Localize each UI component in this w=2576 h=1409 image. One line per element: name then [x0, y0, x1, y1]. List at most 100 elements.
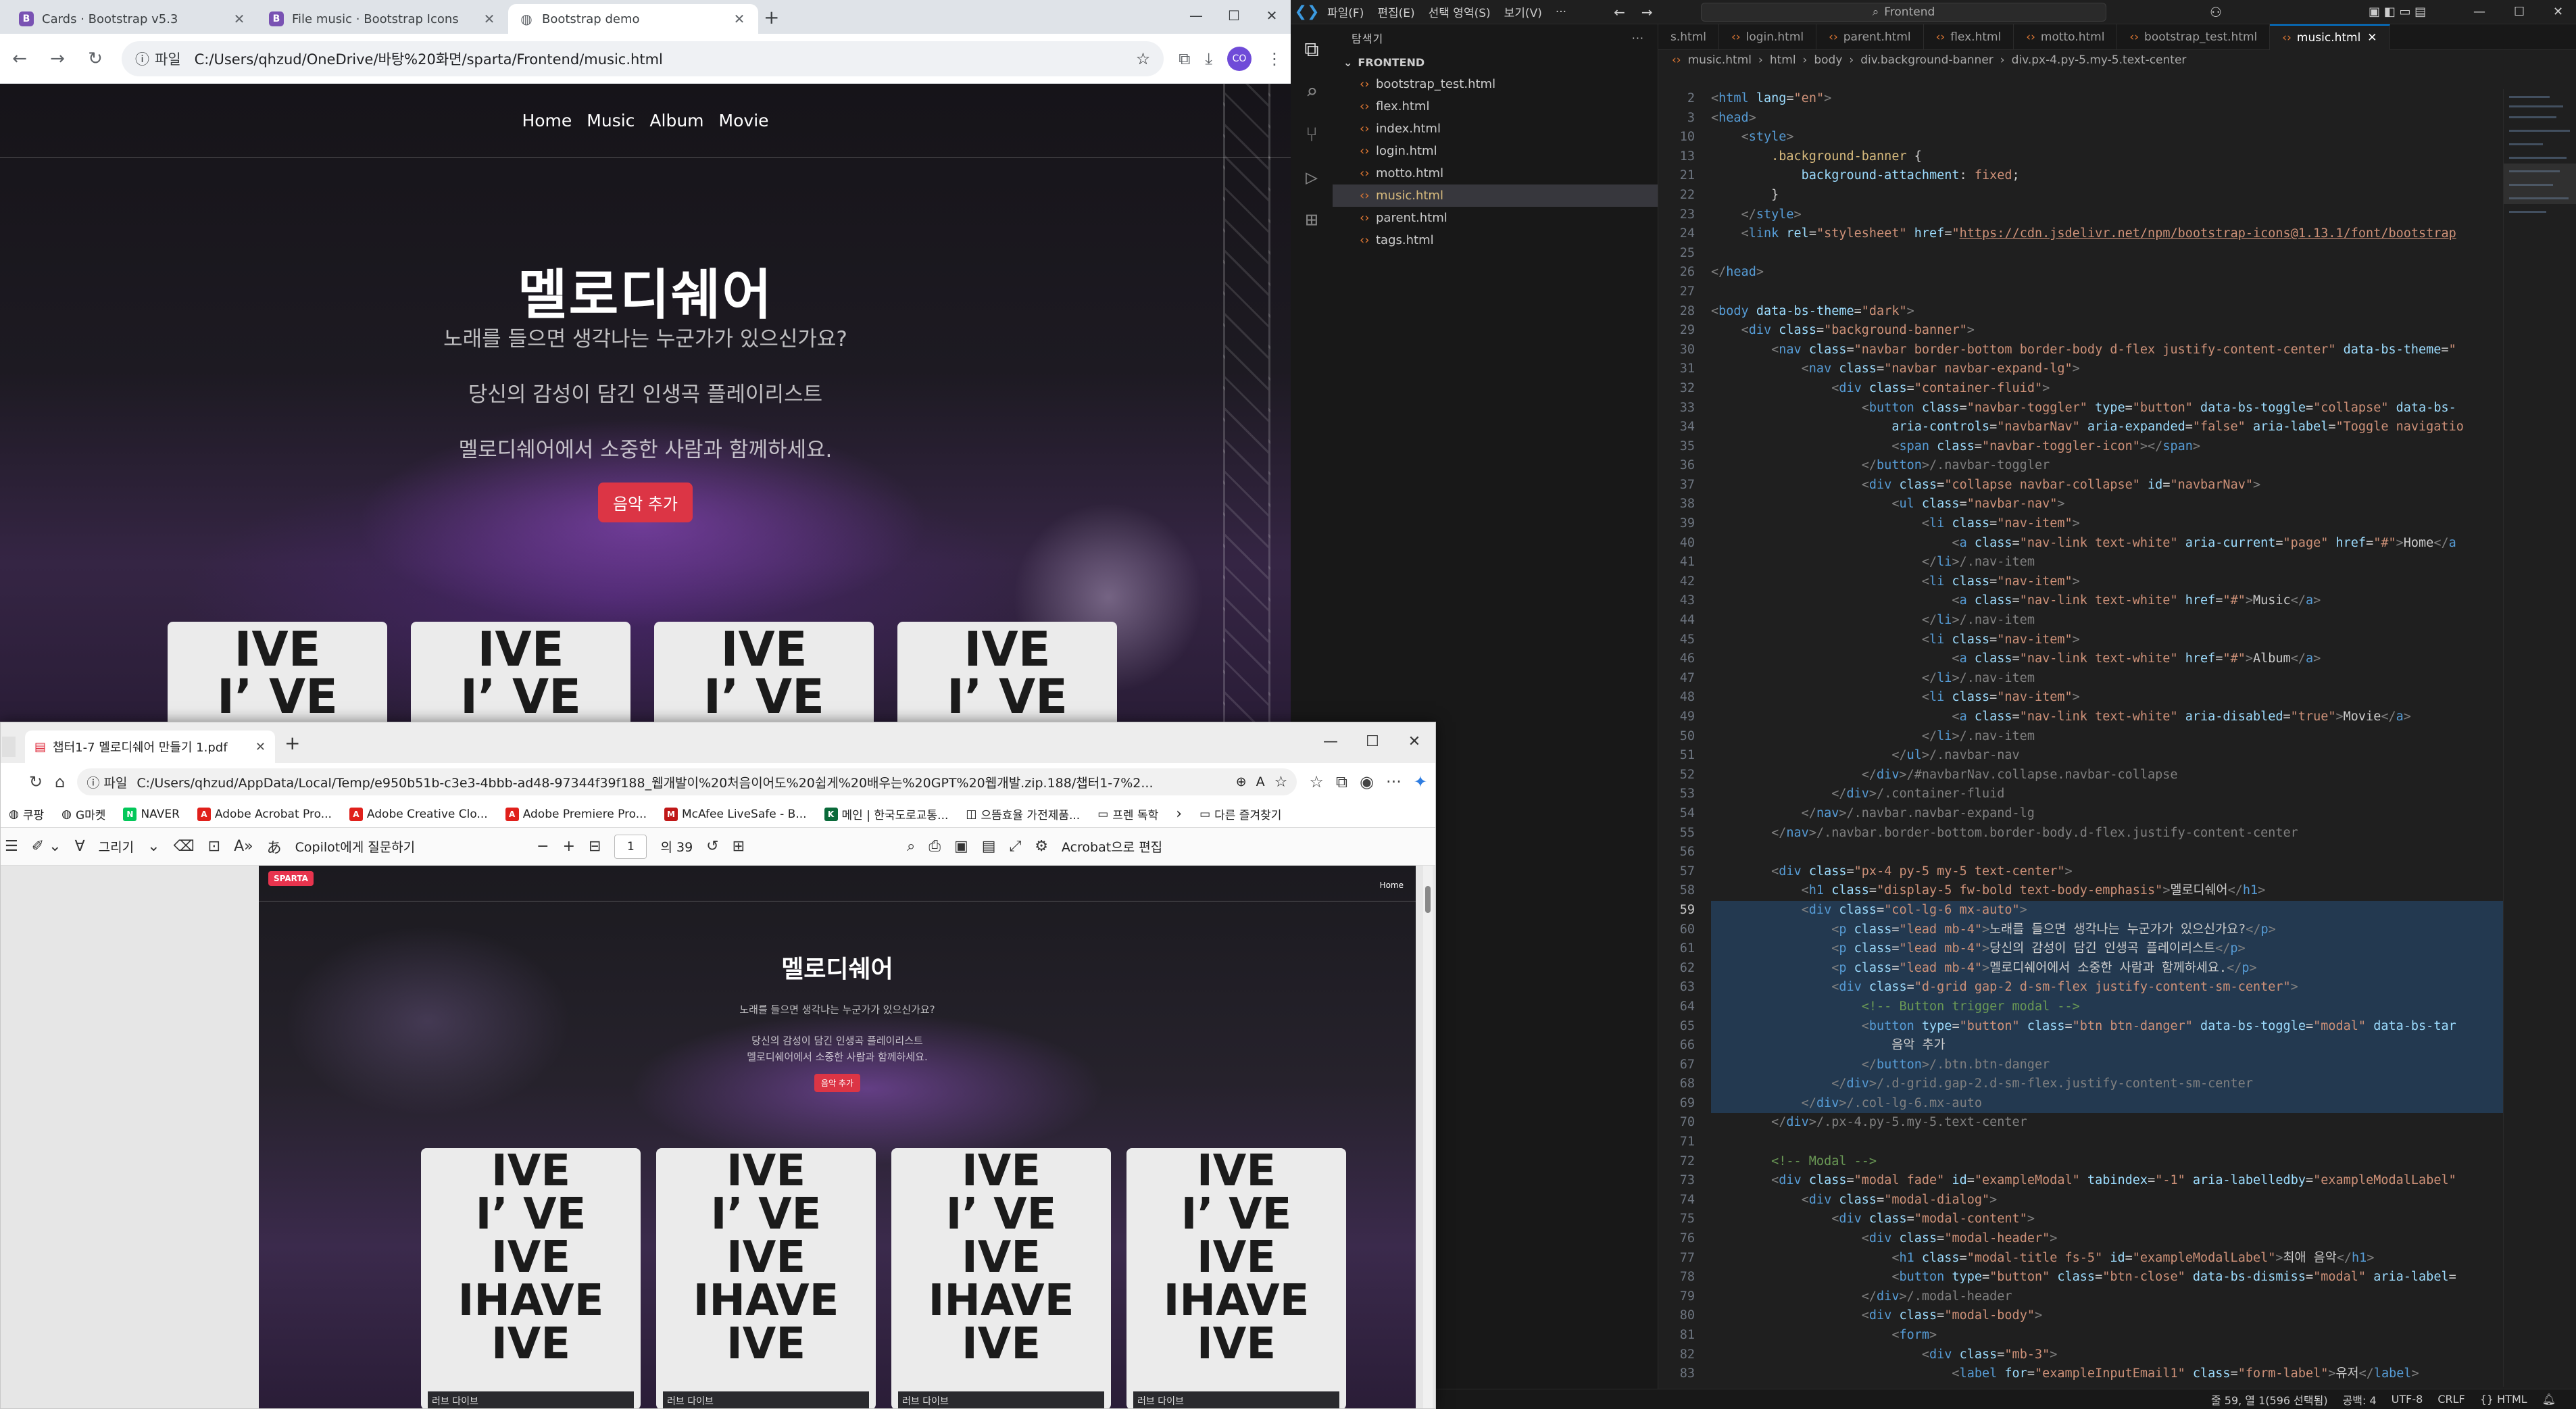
url-input[interactable]: ⓘ 파일 C:/Users/qhzud/OneDrive/바탕%20화면/spar…: [122, 41, 1164, 76]
indentation[interactable]: 공백: 4: [2343, 1391, 2377, 1408]
tab-file-music[interactable]: B File music · Bootstrap Icons ✕: [258, 4, 508, 34]
copilot-icon[interactable]: ⚇: [2210, 4, 2222, 20]
language-mode[interactable]: {} HTML: [2480, 1393, 2527, 1406]
close-icon[interactable]: ✕: [2367, 31, 2377, 45]
text-box-icon[interactable]: ⊡: [208, 838, 220, 855]
file-item[interactable]: ‹› index.html: [1333, 118, 1658, 140]
favorite-item[interactable]: M McAfee LiveSafe - B...: [664, 807, 807, 821]
run-debug-icon[interactable]: ▷: [1306, 166, 1318, 189]
favorite-item[interactable]: A Adobe Premiere Pro...: [505, 807, 647, 821]
site-info-button[interactable]: ⓘ 파일: [135, 49, 181, 69]
add-music-button[interactable]: 음악 추가: [598, 483, 693, 522]
breadcrumb-item[interactable]: html: [1770, 53, 1796, 67]
search-icon[interactable]: ⌕: [907, 838, 915, 855]
draw-icon[interactable]: ∀: [75, 838, 85, 855]
favorite-folder[interactable]: ▭ 프렌 독학: [1097, 806, 1158, 823]
source-control-icon[interactable]: ⑂: [1306, 123, 1318, 147]
file-item-selected[interactable]: ‹› music.html: [1333, 184, 1658, 207]
file-item[interactable]: ‹› login.html: [1333, 140, 1658, 162]
menu-icon[interactable]: ☰: [5, 838, 18, 855]
editor-tab[interactable]: ‹› flex.html: [1924, 24, 2014, 50]
file-item[interactable]: ‹› flex.html: [1333, 95, 1658, 118]
favorite-item[interactable]: ◍ G마켓: [61, 806, 105, 823]
highlight-icon[interactable]: ✐ ⌄: [32, 838, 61, 855]
maximize-icon[interactable]: ☐: [1352, 722, 1393, 760]
draw-button[interactable]: 그리기: [99, 837, 134, 856]
acrobat-edit-button[interactable]: Acrobat으로 편집: [1062, 837, 1162, 856]
line-ending[interactable]: CRLF: [2437, 1393, 2464, 1406]
bookmark-star-icon[interactable]: ☆: [1274, 774, 1288, 791]
menu-more[interactable]: ···: [1556, 5, 1566, 19]
new-tab-button[interactable]: +: [284, 732, 300, 754]
scrollbar[interactable]: [1423, 866, 1433, 1408]
favorite-item[interactable]: A Adobe Acrobat Pro...: [197, 807, 332, 821]
extensions-icon[interactable]: ⧉: [1179, 49, 1190, 68]
editor-tab[interactable]: ‹› parent.html: [1816, 24, 1924, 50]
chevron-right-icon[interactable]: ›: [1176, 806, 1182, 822]
menu-file[interactable]: 파일(F): [1327, 3, 1364, 20]
translate-icon[interactable]: あ: [267, 836, 282, 858]
read-aloud-icon[interactable]: A»: [234, 838, 253, 855]
favorite-item[interactable]: ◍ 쿠팡: [9, 806, 44, 823]
file-item[interactable]: ‹› motto.html: [1333, 162, 1658, 184]
breadcrumb-item[interactable]: div.px-4.py-5.my-5.text-center: [2012, 53, 2187, 67]
album-card[interactable]: IVE I’ VE: [897, 622, 1117, 723]
layout-icon[interactable]: ▣ ◧ ▭ ▤: [2369, 5, 2426, 19]
minimap-viewport[interactable]: [2504, 164, 2576, 204]
close-icon[interactable]: ✕: [231, 11, 247, 27]
other-favorites-folder[interactable]: ▭ 다른 즐겨찾기: [1199, 806, 1281, 823]
explorer-icon[interactable]: ⧉: [1304, 38, 1318, 61]
new-tab-button[interactable]: +: [764, 6, 779, 28]
tab-actions-icon[interactable]: [2, 737, 16, 757]
command-center-search[interactable]: ⌕ Frontend: [1701, 3, 2106, 22]
editor-tab[interactable]: ‹› motto.html: [2014, 24, 2118, 50]
editor-tab[interactable]: s.html: [1658, 24, 1719, 50]
fit-page-icon[interactable]: ⊟: [589, 838, 601, 855]
menu-view[interactable]: 보기(V): [1504, 3, 1542, 20]
more-icon[interactable]: ···: [1632, 32, 1644, 45]
forward-icon[interactable]: →: [46, 49, 69, 69]
file-item[interactable]: ‹› tags.html: [1333, 229, 1658, 251]
zoom-out-icon[interactable]: −: [537, 838, 549, 855]
chevron-down-icon[interactable]: ⌄: [147, 838, 159, 855]
favorite-item[interactable]: K 메인 | 한국도로교통...: [824, 806, 948, 822]
favorites-icon[interactable]: ☆: [1309, 772, 1324, 791]
album-card[interactable]: IVE I’ VE: [411, 622, 630, 723]
page-number-input[interactable]: 1: [614, 834, 647, 859]
scrollbar-thumb[interactable]: [1425, 886, 1431, 913]
favorite-item[interactable]: N NAVER: [123, 807, 180, 821]
editor-tab-active[interactable]: ‹› music.html ✕: [2270, 24, 2390, 50]
tab-bootstrap-demo[interactable]: ◍ Bootstrap demo ✕: [508, 4, 758, 34]
close-icon[interactable]: ✕: [481, 11, 497, 27]
save-icon[interactable]: ▣: [954, 838, 968, 855]
minimize-icon[interactable]: —: [1177, 0, 1215, 31]
file-item[interactable]: ‹› bootstrap_test.html: [1333, 73, 1658, 95]
close-icon[interactable]: ✕: [731, 11, 747, 27]
extensions-icon[interactable]: ⊞: [1306, 208, 1318, 232]
menu-selection[interactable]: 선택 영역(S): [1429, 3, 1491, 20]
copilot-icon[interactable]: ✦: [1414, 772, 1427, 791]
nav-movie[interactable]: Movie: [719, 111, 769, 130]
editor-tab[interactable]: ‹› login.html: [1719, 24, 1817, 50]
album-card[interactable]: IVE I’ VE: [654, 622, 874, 723]
site-info-button[interactable]: ⓘ 파일: [86, 773, 127, 791]
fullscreen-icon[interactable]: ⤢: [1010, 838, 1022, 855]
close-icon[interactable]: ✕: [2553, 5, 2563, 19]
editor-tab[interactable]: ‹› bootstrap_test.html: [2117, 24, 2271, 50]
close-icon[interactable]: ✕: [1393, 722, 1435, 760]
code-editor[interactable]: 2 <html lang="en"> 3 <head> 10 <style> 13 …: [1658, 89, 2503, 1383]
download-icon[interactable]: ⤓: [1205, 49, 1212, 68]
breadcrumb-item[interactable]: music.html: [1688, 53, 1752, 67]
print-icon[interactable]: ⎙: [928, 838, 941, 855]
nav-home[interactable]: Home: [522, 111, 572, 130]
album-card[interactable]: IVE I’ VE: [168, 622, 387, 723]
breadcrumb-item[interactable]: div.background-banner: [1860, 53, 1993, 67]
zoom-in-icon[interactable]: +: [563, 838, 575, 855]
back-icon[interactable]: ←: [8, 49, 31, 69]
reload-icon[interactable]: ↻: [84, 49, 107, 69]
nav-album[interactable]: Album: [649, 111, 703, 130]
menu-edit[interactable]: 편집(E): [1377, 3, 1414, 20]
collections-icon[interactable]: ⧉: [1336, 772, 1347, 791]
home-icon[interactable]: ⌂: [55, 772, 65, 791]
tab-cards[interactable]: B Cards · Bootstrap v5.3 ✕: [8, 4, 258, 34]
